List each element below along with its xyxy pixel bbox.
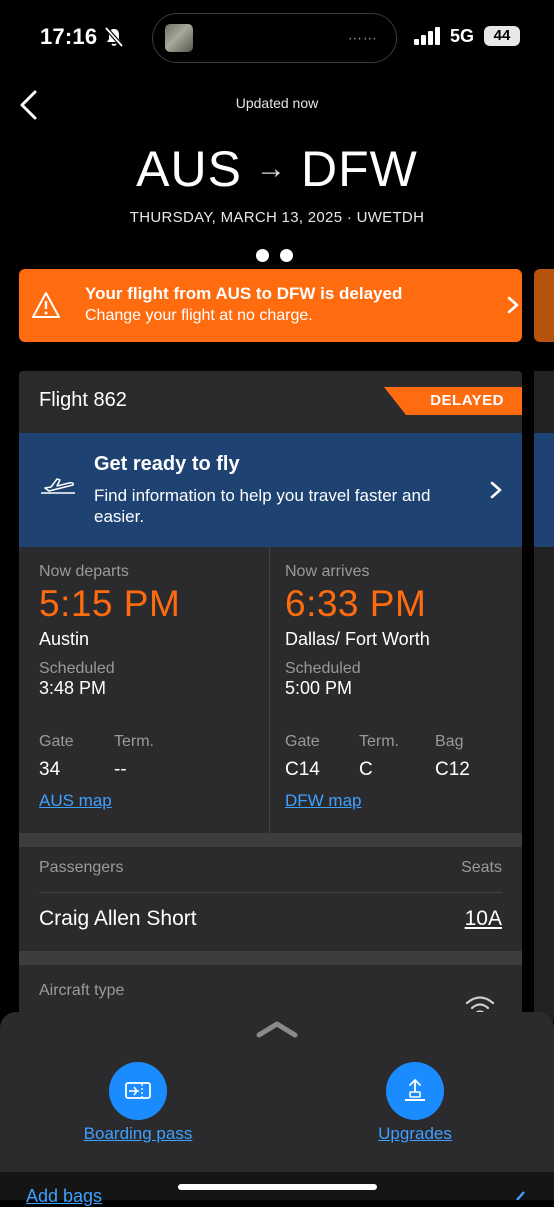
terminal-value: C (359, 759, 373, 780)
passenger-name: Craig Allen Short (39, 907, 197, 930)
gate-cell: Gate C14 (285, 733, 359, 781)
seat-upgrade-icon (405, 1079, 425, 1101)
now-playing-thumbnail (165, 24, 193, 52)
boarding-pass-button[interactable] (109, 1062, 167, 1120)
page-dot[interactable] (256, 249, 269, 262)
terminal-cell: Term. C (359, 733, 435, 781)
scheduled-departure-time: 3:48 PM (39, 678, 107, 698)
gate-cell: Gate 34 (39, 733, 114, 781)
next-card-banner-peek (534, 433, 554, 547)
activity-dots-icon: ⋯⋯ (348, 30, 378, 46)
departure-column: Now departs 5:15 PM Austin Scheduled 3:4… (39, 547, 279, 810)
chevron-right-icon (490, 481, 502, 499)
date-confirmation: THURSDAY, MARCH 13, 2025 · UWETDH (129, 209, 425, 226)
alert-title: Your flight from AUS to DFW is delayed (85, 284, 403, 303)
section-divider (19, 951, 522, 965)
scheduled-arrival-time: 5:00 PM (285, 678, 353, 698)
status-badge-label: DELAYED (430, 392, 504, 409)
arrives-label: Now arrives (285, 563, 370, 580)
ticket-icon (125, 1082, 151, 1099)
right-arrow-icon: → (255, 151, 287, 185)
boarding-pass-action[interactable]: Boarding pass (58, 1062, 218, 1144)
updated-status: Updated now (235, 95, 319, 111)
aircraft-type-label: Aircraft type (39, 982, 125, 999)
chevron-right-icon (507, 296, 519, 314)
destination-code: DFW (300, 141, 418, 197)
seats-label: Seats (461, 859, 502, 876)
cellular-signal-icon (414, 27, 440, 45)
terminal-value: -- (114, 759, 127, 780)
plane-takeoff-icon (41, 478, 75, 494)
delay-alert-banner[interactable]: Your flight from AUS to DFW is delayed C… (19, 269, 522, 342)
battery-indicator: 44 (484, 26, 520, 46)
bag-label: Bag (435, 733, 464, 750)
boarding-pass-label[interactable]: Boarding pass (58, 1124, 218, 1144)
flight-card: Flight 862 DELAYED Get ready to fly Find… (19, 371, 522, 1021)
dynamic-island[interactable]: ⋯⋯ (152, 13, 397, 63)
gate-value: C14 (285, 759, 320, 780)
scheduled-label: Scheduled (285, 660, 361, 677)
clock: 17:16 (40, 24, 98, 49)
status-badge: DELAYED (384, 387, 522, 415)
route-title: AUS → DFW (0, 140, 554, 198)
network-type: 5G (450, 26, 475, 46)
add-bags-link[interactable]: Add bags (26, 1186, 102, 1207)
next-alert-peek[interactable] (534, 269, 554, 342)
expand-handle-icon[interactable] (256, 1020, 298, 1038)
gate-label: Gate (39, 733, 74, 750)
passengers-label: Passengers (39, 859, 124, 876)
arrival-column: Now arrives 6:33 PM Dallas/ Fort Worth S… (285, 547, 522, 810)
arrival-city: Dallas/ Fort Worth (285, 629, 430, 649)
terminal-label: Term. (114, 733, 154, 750)
terminal-cell: Term. -- (114, 733, 194, 781)
bottom-action-sheet: Boarding pass Upgrades (0, 1012, 554, 1158)
dfw-map-link[interactable]: DFW map (285, 791, 362, 811)
row-divider (39, 892, 502, 893)
departure-city: Austin (39, 629, 90, 649)
banner-title: Get ready to fly (94, 453, 240, 475)
bell-muted-icon (104, 26, 124, 48)
departure-gate-info: Gate 34 Term. -- (39, 733, 194, 781)
banner-subtitle: Find information to help you travel fast… (94, 486, 431, 526)
warning-icon (32, 292, 60, 318)
terminal-label: Term. (359, 733, 399, 750)
bag-cell: Bag C12 (435, 733, 495, 781)
upgrades-label[interactable]: Upgrades (335, 1124, 495, 1144)
arrival-gate-info: Gate C14 Term. C Bag C12 (285, 733, 495, 781)
upgrades-button[interactable] (386, 1062, 444, 1120)
alert-subtitle: Change your flight at no charge. (85, 307, 313, 324)
upgrades-action[interactable]: Upgrades (335, 1062, 495, 1144)
origin-code: AUS (136, 141, 242, 197)
chevron-right-icon (516, 1191, 525, 1200)
home-indicator[interactable] (178, 1184, 377, 1190)
get-ready-banner[interactable]: Get ready to fly Find information to hel… (19, 433, 522, 547)
flight-number: Flight 862 (39, 389, 127, 411)
page-dot[interactable] (280, 249, 293, 262)
aus-map-link[interactable]: AUS map (39, 791, 112, 811)
scheduled-label: Scheduled (39, 660, 115, 677)
arrival-time: 6:33 PM (285, 583, 427, 624)
section-divider (0, 1158, 554, 1172)
page-indicator[interactable] (256, 249, 304, 267)
bag-claim-value: C12 (435, 759, 470, 780)
gate-value: 34 (39, 759, 61, 780)
departure-time: 5:15 PM (39, 583, 181, 624)
departs-label: Now departs (39, 563, 129, 580)
status-bar: 17:16 ⋯⋯ 5G 44 (0, 0, 554, 76)
seat-link[interactable]: 10A (465, 907, 502, 931)
section-divider (19, 833, 522, 847)
gate-label: Gate (285, 733, 320, 750)
